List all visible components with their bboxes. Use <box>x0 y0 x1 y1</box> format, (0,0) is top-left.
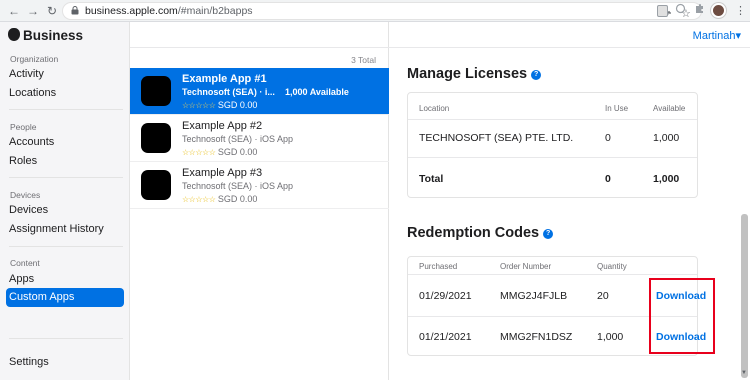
app-icon <box>141 123 171 153</box>
app-price-line: ☆☆☆☆☆ SGD 0.00 <box>182 100 257 110</box>
address-bar[interactable]: business.apple.com/#main/b2bapps ☆ <box>62 2 702 20</box>
row-divider <box>408 274 697 275</box>
licenses-title: Manage Licenses <box>407 66 528 82</box>
total-label: Total <box>419 173 444 185</box>
column-header: In Use <box>605 104 629 113</box>
url-path: /#main/b2bapps <box>177 5 253 17</box>
column-header: Available <box>653 104 686 113</box>
browser-toolbar: ← → ↻ business.apple.com/#main/b2bapps ☆… <box>0 0 750 22</box>
app-available-count: 1,000 Available <box>285 87 349 97</box>
order-number-cell: MMG2FN1DSZ <box>500 331 573 343</box>
in-use-cell: 0 <box>605 132 611 144</box>
location-cell: TECHNOSOFT (SEA) PTE. LTD. <box>419 132 574 144</box>
total-available: 1,000 <box>653 173 680 185</box>
star-rating-icon: ☆☆☆☆☆ <box>182 101 216 110</box>
column-header: Order Number <box>500 262 552 271</box>
app-developer: Technosoft (SEA) · iOS App <box>182 181 294 191</box>
app-price: SGD 0.00 <box>217 194 258 204</box>
column-header: Location <box>419 104 450 113</box>
shield-extension-icon[interactable] <box>657 5 668 17</box>
more-menu-icon[interactable]: ⋮ <box>735 3 746 19</box>
sidebar-item-accounts[interactable]: Accounts <box>9 136 54 148</box>
help-icon[interactable]: ? <box>543 229 554 239</box>
app-name: Example App #1 <box>182 73 267 85</box>
purchased-cell: 01/21/2021 <box>419 331 472 343</box>
row-divider <box>408 157 697 158</box>
app-price-line: ☆☆☆☆☆ SGD 0.00 <box>182 194 257 204</box>
app-price: SGD 0.00 <box>217 100 258 110</box>
chevron-down-icon: ▾ <box>735 30 741 42</box>
user-name: Martinah <box>692 30 736 42</box>
extension-icon[interactable] <box>675 3 686 19</box>
sidebar-item-settings[interactable]: Settings <box>9 356 49 368</box>
total-in-use: 0 <box>605 173 611 185</box>
app-icon <box>141 170 171 200</box>
available-cell: 1,000 <box>653 132 680 144</box>
star-rating-icon: ☆☆☆☆☆ <box>182 148 216 157</box>
section-title-licenses: Manage Licenses? <box>407 66 542 82</box>
app-list-header <box>130 22 389 48</box>
back-arrow-icon[interactable]: ← <box>6 3 22 19</box>
scrollbar-thumb[interactable] <box>741 214 748 378</box>
sidebar-divider <box>9 109 123 110</box>
section-heading-content: Content <box>10 258 40 268</box>
url-host: business.apple.com <box>85 5 178 17</box>
column-header: Purchased <box>419 262 458 271</box>
sidebar-item-devices[interactable]: Devices <box>9 204 48 216</box>
app-price-line: ☆☆☆☆☆ SGD 0.00 <box>182 147 257 157</box>
sidebar-item-assignment-history[interactable]: Assignment History <box>9 223 104 235</box>
brand-logo[interactable]: Business <box>8 28 83 43</box>
sidebar-item-apps[interactable]: Apps <box>9 273 34 285</box>
sidebar-item-roles[interactable]: Roles <box>9 155 37 167</box>
section-heading-organization: Organization <box>10 54 59 64</box>
brand-name: Business <box>23 28 84 43</box>
app-developer: Technosoft (SEA) · i... <box>182 87 275 97</box>
app-developer: Technosoft (SEA) · iOS App <box>182 134 294 144</box>
sidebar-divider <box>9 246 123 247</box>
star-rating-icon: ☆☆☆☆☆ <box>182 195 216 204</box>
app-name: Example App #2 <box>182 120 263 132</box>
help-icon[interactable]: ? <box>531 70 542 80</box>
section-heading-people: People <box>10 122 37 132</box>
app-price: SGD 0.00 <box>217 147 258 157</box>
profile-avatar[interactable] <box>711 3 726 18</box>
sidebar-item-custom-apps[interactable]: Custom Apps <box>6 288 124 307</box>
app-list-item[interactable]: Example App #1 Technosoft (SEA) · i... 1… <box>130 68 389 115</box>
purchased-cell: 01/29/2021 <box>419 290 472 302</box>
puzzle-extension-icon[interactable] <box>694 3 705 19</box>
apple-logo-icon <box>8 28 20 41</box>
quantity-cell: 20 <box>597 290 609 302</box>
highlight-annotation-box <box>649 278 715 354</box>
licenses-table: Location In Use Available TECHNOSOFT (SE… <box>407 92 698 198</box>
app-list-item[interactable]: Example App #3 Technosoft (SEA) · iOS Ap… <box>130 162 389 209</box>
app-list-panel: 3 Total Example App #1 Technosoft (SEA) … <box>130 22 389 380</box>
app-icon <box>141 76 171 106</box>
forward-arrow-icon[interactable]: → <box>25 3 41 19</box>
redemption-title: Redemption Codes <box>407 225 540 241</box>
sidebar-item-locations[interactable]: Locations <box>9 87 56 99</box>
sidebar-divider <box>9 338 123 339</box>
url-text: business.apple.com/#main/b2bapps <box>85 5 253 17</box>
order-number-cell: MMG2J4FJLB <box>500 290 568 302</box>
app-name: Example App #3 <box>182 167 263 179</box>
reload-icon[interactable]: ↻ <box>44 3 60 19</box>
sidebar: Business Organization Activity Locations… <box>0 22 130 380</box>
column-header: Quantity <box>597 262 627 271</box>
section-heading-devices: Devices <box>10 190 41 200</box>
sidebar-divider <box>9 177 123 178</box>
app-list-item[interactable]: Example App #2 Technosoft (SEA) · iOS Ap… <box>130 115 389 162</box>
apps-total-count: 3 Total <box>351 55 376 65</box>
row-divider <box>408 119 697 120</box>
sidebar-item-activity[interactable]: Activity <box>9 68 44 80</box>
user-menu[interactable]: Martinah▾ <box>693 29 741 42</box>
scroll-down-arrow-icon[interactable]: ▼ <box>741 370 747 376</box>
section-title-redemption: Redemption Codes? <box>407 225 554 241</box>
lock-icon <box>71 6 79 18</box>
quantity-cell: 1,000 <box>597 331 624 343</box>
